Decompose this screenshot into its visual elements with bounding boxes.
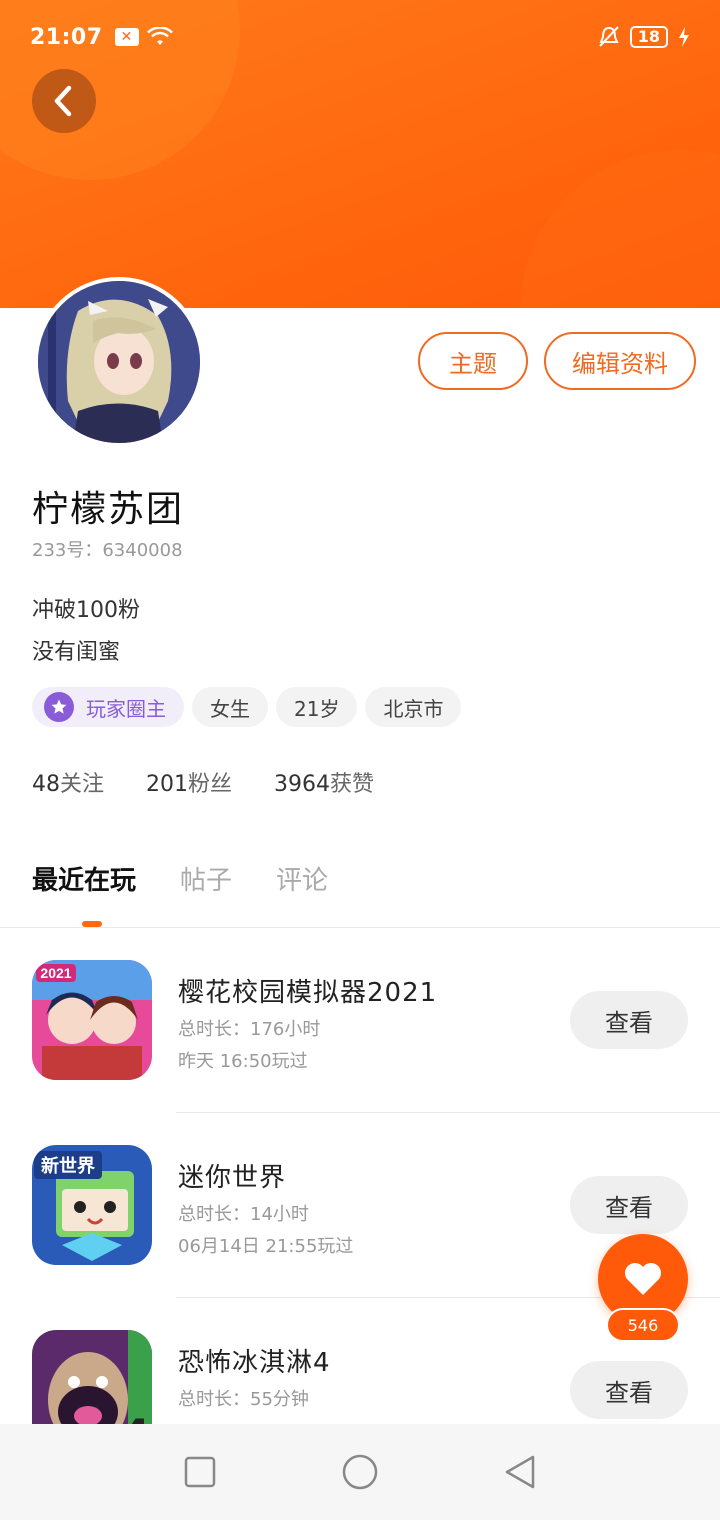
view-button[interactable]: 查看 xyxy=(570,991,688,1049)
location-tag: 北京市 xyxy=(365,687,462,727)
status-time: 21:07 xyxy=(30,24,103,50)
game-last-played: 06月14日 21:55玩过 xyxy=(178,1236,354,1257)
notification-x-icon: ✕ xyxy=(114,28,139,46)
bio: 冲破100粉 没有闺蜜 xyxy=(32,590,140,674)
fans-label: 粉丝 xyxy=(188,772,233,797)
list-item[interactable]: 2021 樱花校园模拟器2021 总时长：176小时 昨天 16:50玩过 查看 xyxy=(0,928,720,1113)
fans-stat[interactable]: 201粉丝 xyxy=(146,766,232,798)
square-icon xyxy=(184,1456,216,1488)
chevron-left-icon xyxy=(54,85,72,117)
status-right: 18 xyxy=(598,25,690,49)
battery-indicator: 18 xyxy=(629,26,668,48)
likes-stat[interactable]: 3964获赞 xyxy=(274,766,374,798)
game-icon: 2021 xyxy=(32,960,152,1080)
game-title: 迷你世界 xyxy=(178,1163,287,1193)
system-back-button[interactable] xyxy=(500,1452,540,1492)
tab-posts[interactable]: 帖子 xyxy=(180,860,232,897)
banner-decoration xyxy=(520,150,720,308)
bio-line: 冲破100粉 xyxy=(32,598,140,623)
view-button[interactable]: 查看 xyxy=(570,1361,688,1419)
system-nav-bar xyxy=(0,1424,720,1520)
star-badge-icon xyxy=(44,692,74,722)
circle-icon xyxy=(342,1454,378,1490)
game-duration: 总时长：14小时 xyxy=(178,1204,309,1225)
back-button[interactable] xyxy=(32,69,96,133)
game-meta: 总时长：55分钟 xyxy=(178,1384,309,1416)
likes-count: 3964 xyxy=(274,772,331,797)
game-last-played: 昨天 16:50玩过 xyxy=(178,1051,308,1072)
avatar[interactable] xyxy=(34,277,204,447)
gender-tag: 女生 xyxy=(192,687,268,727)
profile-tags: 玩家圈主 女生 21岁 北京市 xyxy=(32,687,462,727)
recent-apps-button[interactable] xyxy=(180,1452,220,1492)
game-meta: 总时长：14小时 06月14日 21:55玩过 xyxy=(178,1199,353,1263)
charging-icon xyxy=(679,27,689,47)
game-title: 恐怖冰淇淋4 xyxy=(178,1348,331,1378)
user-id: 233号：6340008 xyxy=(32,540,183,561)
tab-comments[interactable]: 评论 xyxy=(276,860,328,897)
game-meta: 总时长：176小时 昨天 16:50玩过 xyxy=(178,1014,320,1078)
age-tag: 21岁 xyxy=(276,687,358,727)
game-duration: 总时长：176小时 xyxy=(178,1019,321,1040)
likes-label: 获赞 xyxy=(330,772,375,797)
game-icon: 新世界 xyxy=(32,1145,152,1265)
profile-stats: 48关注 201粉丝 3964获赞 xyxy=(32,766,374,798)
game-icon-badge: 新世界 xyxy=(41,1155,95,1177)
mute-bell-icon xyxy=(599,26,619,47)
status-bar: 21:07 ✕ 18 xyxy=(0,0,720,74)
username: 柠檬苏团 xyxy=(32,489,185,530)
fans-count: 201 xyxy=(146,772,189,797)
view-button[interactable]: 查看 xyxy=(570,1176,688,1234)
favorite-count: 546 xyxy=(606,1308,680,1342)
wifi-icon xyxy=(146,27,173,45)
edit-profile-button[interactable]: 编辑资料 xyxy=(544,332,696,390)
triangle-back-icon xyxy=(505,1455,535,1489)
role-tag[interactable]: 玩家圈主 xyxy=(32,687,184,727)
bio-line: 没有闺蜜 xyxy=(32,640,121,665)
game-icon-badge: 2021 xyxy=(40,965,71,981)
theme-button[interactable]: 主题 xyxy=(418,332,528,390)
following-count: 48 xyxy=(32,772,60,797)
following-label: 关注 xyxy=(60,772,105,797)
following-stat[interactable]: 48关注 xyxy=(32,766,104,798)
game-duration: 总时长：55分钟 xyxy=(178,1389,309,1410)
tab-recent-played[interactable]: 最近在玩 xyxy=(32,860,136,897)
role-tag-label: 玩家圈主 xyxy=(86,696,166,721)
heart-icon xyxy=(625,1263,661,1295)
avatar-image xyxy=(38,281,200,443)
game-title: 樱花校园模拟器2021 xyxy=(178,978,438,1008)
home-button[interactable] xyxy=(340,1452,380,1492)
content-tabs: 最近在玩 帖子 评论 xyxy=(32,860,328,897)
recent-games-list: 2021 樱花校园模拟器2021 总时长：176小时 昨天 16:50玩过 查看… xyxy=(0,928,720,1483)
